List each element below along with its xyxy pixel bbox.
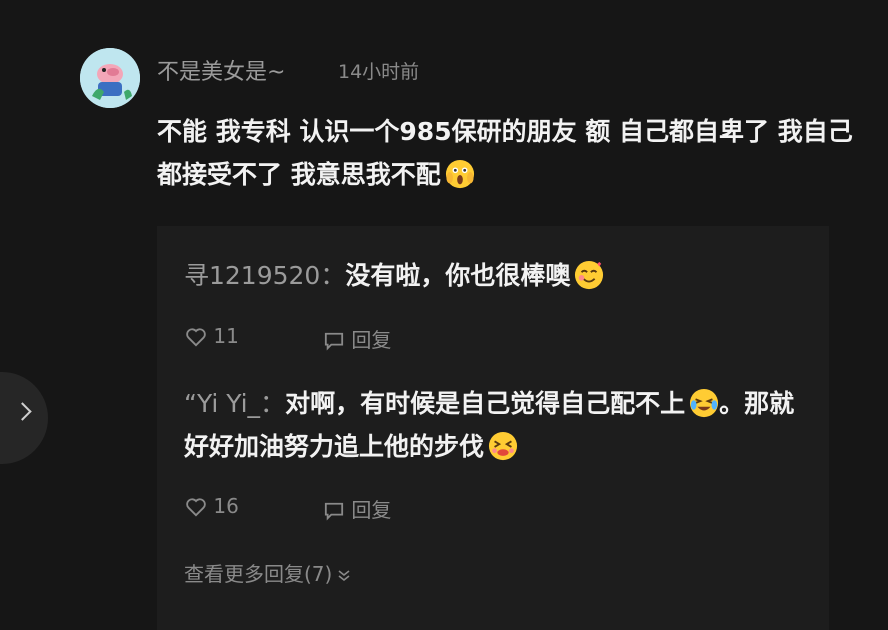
reply-item: 寻1219520：没有啦，你也很棒噢 <box>184 254 804 297</box>
heart-outline-icon <box>186 498 206 517</box>
like-button[interactable]: 16 <box>185 494 239 518</box>
reply-label: 回复 <box>351 498 392 522</box>
comment-text: 不能 我专科 认识一个985保研的朋友 额 自己都自卑了 我自己都接受不了 我意… <box>157 117 853 189</box>
comment-timestamp: 14小时前 <box>338 61 420 83</box>
reply-button[interactable]: 回复 <box>323 324 391 353</box>
heart-outline-icon <box>186 328 206 347</box>
reply-text: 没有啦，你也很棒噢 <box>345 261 571 290</box>
speech-bubble-icon <box>324 502 344 521</box>
reply-text: 对啊，有时候是自己觉得自己配不上 <box>285 389 686 418</box>
speech-bubble-icon <box>324 332 344 351</box>
like-count: 16 <box>213 494 239 518</box>
comment-username[interactable]: 不是美女是~ <box>157 54 285 86</box>
chevron-right-icon <box>13 402 32 421</box>
view-more-replies-label: 查看更多回复(7) <box>184 562 333 586</box>
replies-panel: 寻1219520：没有啦，你也很棒噢 11 回复 “Yi Yi_：对啊，有时候是… <box>157 226 829 630</box>
like-count: 11 <box>213 324 239 348</box>
reply-label: 回复 <box>351 328 392 352</box>
scream-emoji-icon <box>445 159 474 189</box>
reply-button[interactable]: 回复 <box>323 494 391 523</box>
persevering-face-emoji-icon <box>488 431 518 461</box>
avatar[interactable] <box>80 48 140 108</box>
reply-item: “Yi Yi_：对啊，有时候是自己觉得自己配不上 。那就好好加油努力追上他的步伐 <box>184 382 804 468</box>
reply-author[interactable]: 寻1219520： <box>184 261 345 290</box>
laughing-tears-emoji-icon <box>690 388 719 418</box>
like-button[interactable]: 11 <box>185 324 239 348</box>
double-chevron-down-icon <box>338 570 350 582</box>
comment-body: 不能 我专科 认识一个985保研的朋友 额 自己都自卑了 我自己都接受不了 我意… <box>157 110 857 196</box>
avatar-illustration <box>80 48 140 108</box>
smiling-hearts-emoji-icon <box>575 260 604 290</box>
reply-author[interactable]: “Yi Yi_： <box>184 389 285 418</box>
previous-next-nav-button[interactable] <box>0 372 48 464</box>
view-more-replies-button[interactable]: 查看更多回复(7) <box>184 558 352 587</box>
